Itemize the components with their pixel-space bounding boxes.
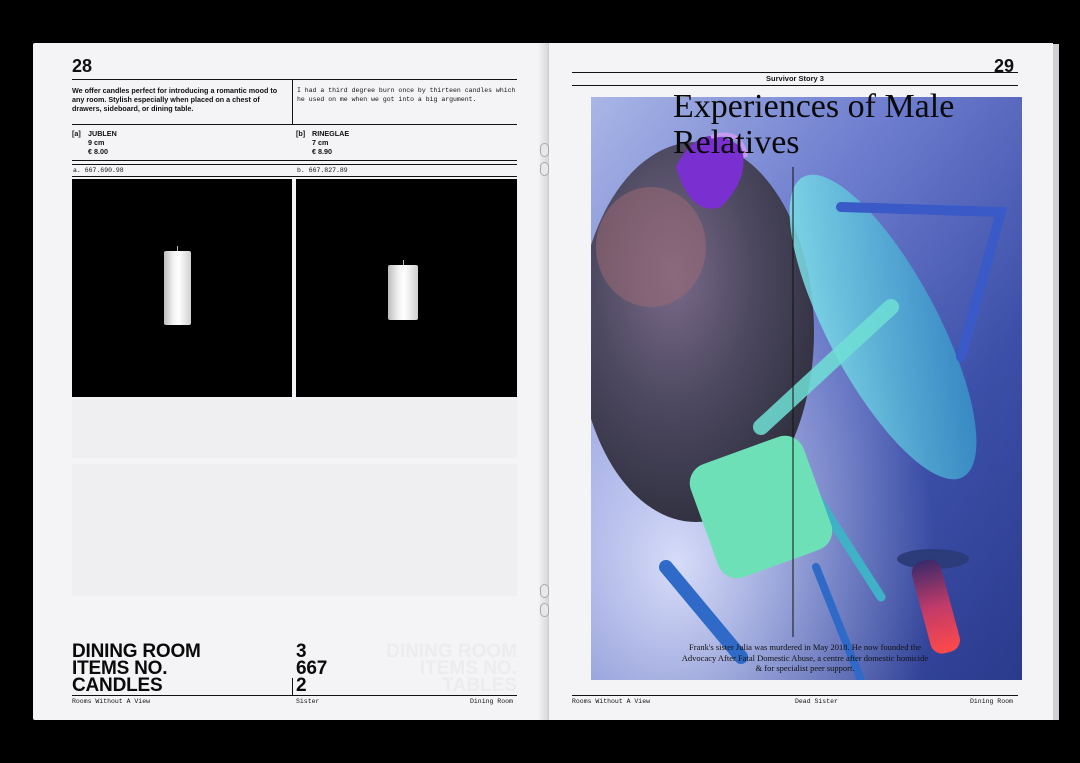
feature-caption: Frank's sister Julia was murdered in May…	[681, 642, 929, 673]
quote-text: I had a third degree burn once by thirte…	[297, 87, 516, 103]
column-divider	[292, 80, 293, 125]
footer-rule-right	[572, 695, 1018, 696]
feature-artwork	[591, 97, 1022, 680]
left-footer-title: Rooms Without A View	[72, 698, 151, 705]
item-b-code: b. 667.827.89	[297, 167, 348, 174]
item-a-code: a. 667.690.98	[73, 167, 124, 174]
page-edge	[1053, 44, 1059, 720]
staple-top-2	[540, 162, 549, 176]
left-footer-section: Dining Room	[470, 698, 513, 705]
summary-labels: DINING ROOM ITEMS NO. CANDLES	[72, 642, 201, 696]
item-b-size: 7 cm	[312, 138, 329, 147]
item-a-price: € 8.00	[88, 147, 108, 156]
show-through-block-2	[72, 464, 517, 596]
show-through-text: DINING ROOM ITEMS NO. TABLES	[386, 641, 517, 696]
item-b-price: € 8.90	[312, 147, 332, 156]
item-b-tag: [b]	[296, 129, 306, 138]
codes-rule-top-2	[72, 164, 517, 165]
left-footer-center: Sister	[296, 698, 320, 705]
left-page-number: 28	[72, 56, 93, 76]
codes-rule-top	[72, 160, 517, 161]
item-b-name: RINEGLAE	[312, 129, 350, 138]
staple-bottom	[540, 584, 549, 598]
candle-a-image	[164, 251, 191, 325]
item-a-tag: [a]	[72, 129, 81, 138]
summary-values: 3 667 2	[296, 642, 327, 696]
feature-headline: Experiences of Male Relatives	[673, 88, 955, 161]
right-section-rule	[572, 85, 1018, 86]
staple-bottom-2	[540, 603, 549, 617]
item-a-size: 9 cm	[88, 138, 105, 147]
top-rule	[72, 79, 517, 80]
intro-text: We offer candles perfect for introducing…	[72, 86, 278, 113]
right-footer-title: Rooms Without A View	[572, 698, 651, 705]
summary-label-category: CANDLES	[72, 675, 163, 696]
staple-top	[540, 143, 549, 157]
section-label: Survivor Story 3	[766, 74, 824, 83]
candle-photo-a	[72, 179, 292, 397]
item-a-name: JUBLEN	[88, 129, 117, 138]
summary-divider	[292, 678, 293, 695]
right-top-rule	[572, 72, 1018, 73]
show-through-block-1	[72, 400, 517, 458]
right-footer-section: Dining Room	[970, 698, 1013, 705]
candle-photo-b	[296, 179, 517, 397]
right-footer-center: Dead Sister	[795, 698, 838, 705]
codes-rule-bottom	[72, 176, 517, 177]
footer-rule-left	[72, 695, 517, 696]
summary-value-category: 2	[296, 675, 307, 696]
items-rule	[72, 124, 517, 125]
candle-b-image	[388, 265, 418, 320]
